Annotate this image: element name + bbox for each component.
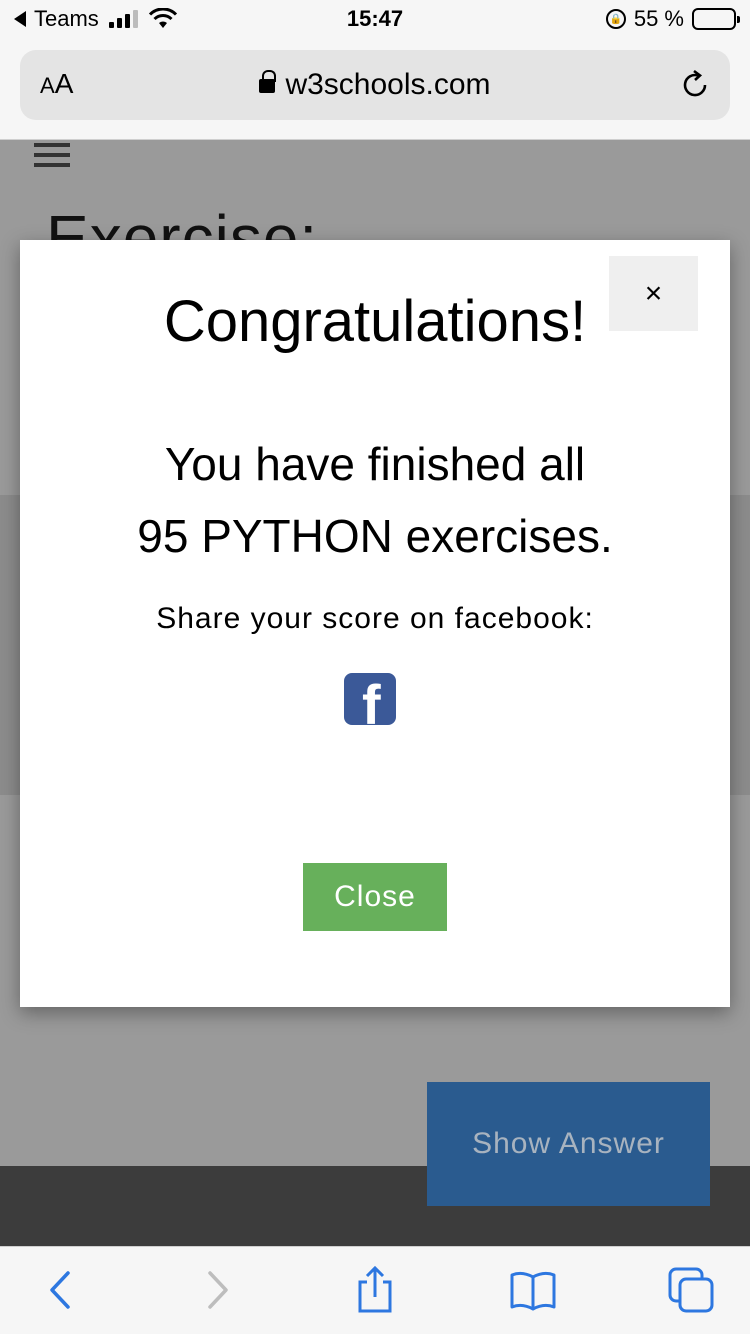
address-bar[interactable]: AA w3schools.com xyxy=(20,50,730,120)
browser-top-chrome: Teams 15:47 🔒 55 % AA w3schools.com xyxy=(0,0,750,140)
menu-icon[interactable] xyxy=(34,143,70,173)
share-prompt: Share your score on facebook: xyxy=(156,602,594,635)
browser-toolbar xyxy=(0,1246,750,1334)
lock-icon xyxy=(259,70,277,93)
status-bar: Teams 15:47 🔒 55 % xyxy=(0,0,750,42)
back-icon[interactable] xyxy=(36,1265,86,1315)
forward-icon[interactable] xyxy=(192,1265,242,1315)
show-answer-button[interactable]: Show Answer xyxy=(427,1082,710,1206)
battery-icon xyxy=(692,8,740,30)
reload-icon[interactable] xyxy=(678,68,712,102)
url-text: w3schools.com xyxy=(285,68,491,101)
modal-title: Congratulations! xyxy=(163,289,587,354)
close-button[interactable]: Close xyxy=(303,863,447,931)
url-display[interactable]: w3schools.com xyxy=(20,68,730,102)
share-icon[interactable] xyxy=(350,1265,400,1315)
modal-message-line2: 95 PYTHON exercises. xyxy=(137,510,613,562)
modal-message-line1: You have finished all xyxy=(164,438,586,490)
tabs-icon[interactable] xyxy=(666,1265,716,1315)
congratulations-modal: × Congratulations! You have finished all… xyxy=(20,240,730,1007)
status-right: 🔒 55 % xyxy=(605,6,740,32)
bookmarks-icon[interactable] xyxy=(508,1265,558,1315)
facebook-icon[interactable]: f xyxy=(344,673,396,725)
modal-message: You have finished all 95 PYTHON exercise… xyxy=(20,428,730,572)
orientation-lock-icon: 🔒 xyxy=(605,9,626,29)
battery-percent: 55 % xyxy=(633,6,684,31)
